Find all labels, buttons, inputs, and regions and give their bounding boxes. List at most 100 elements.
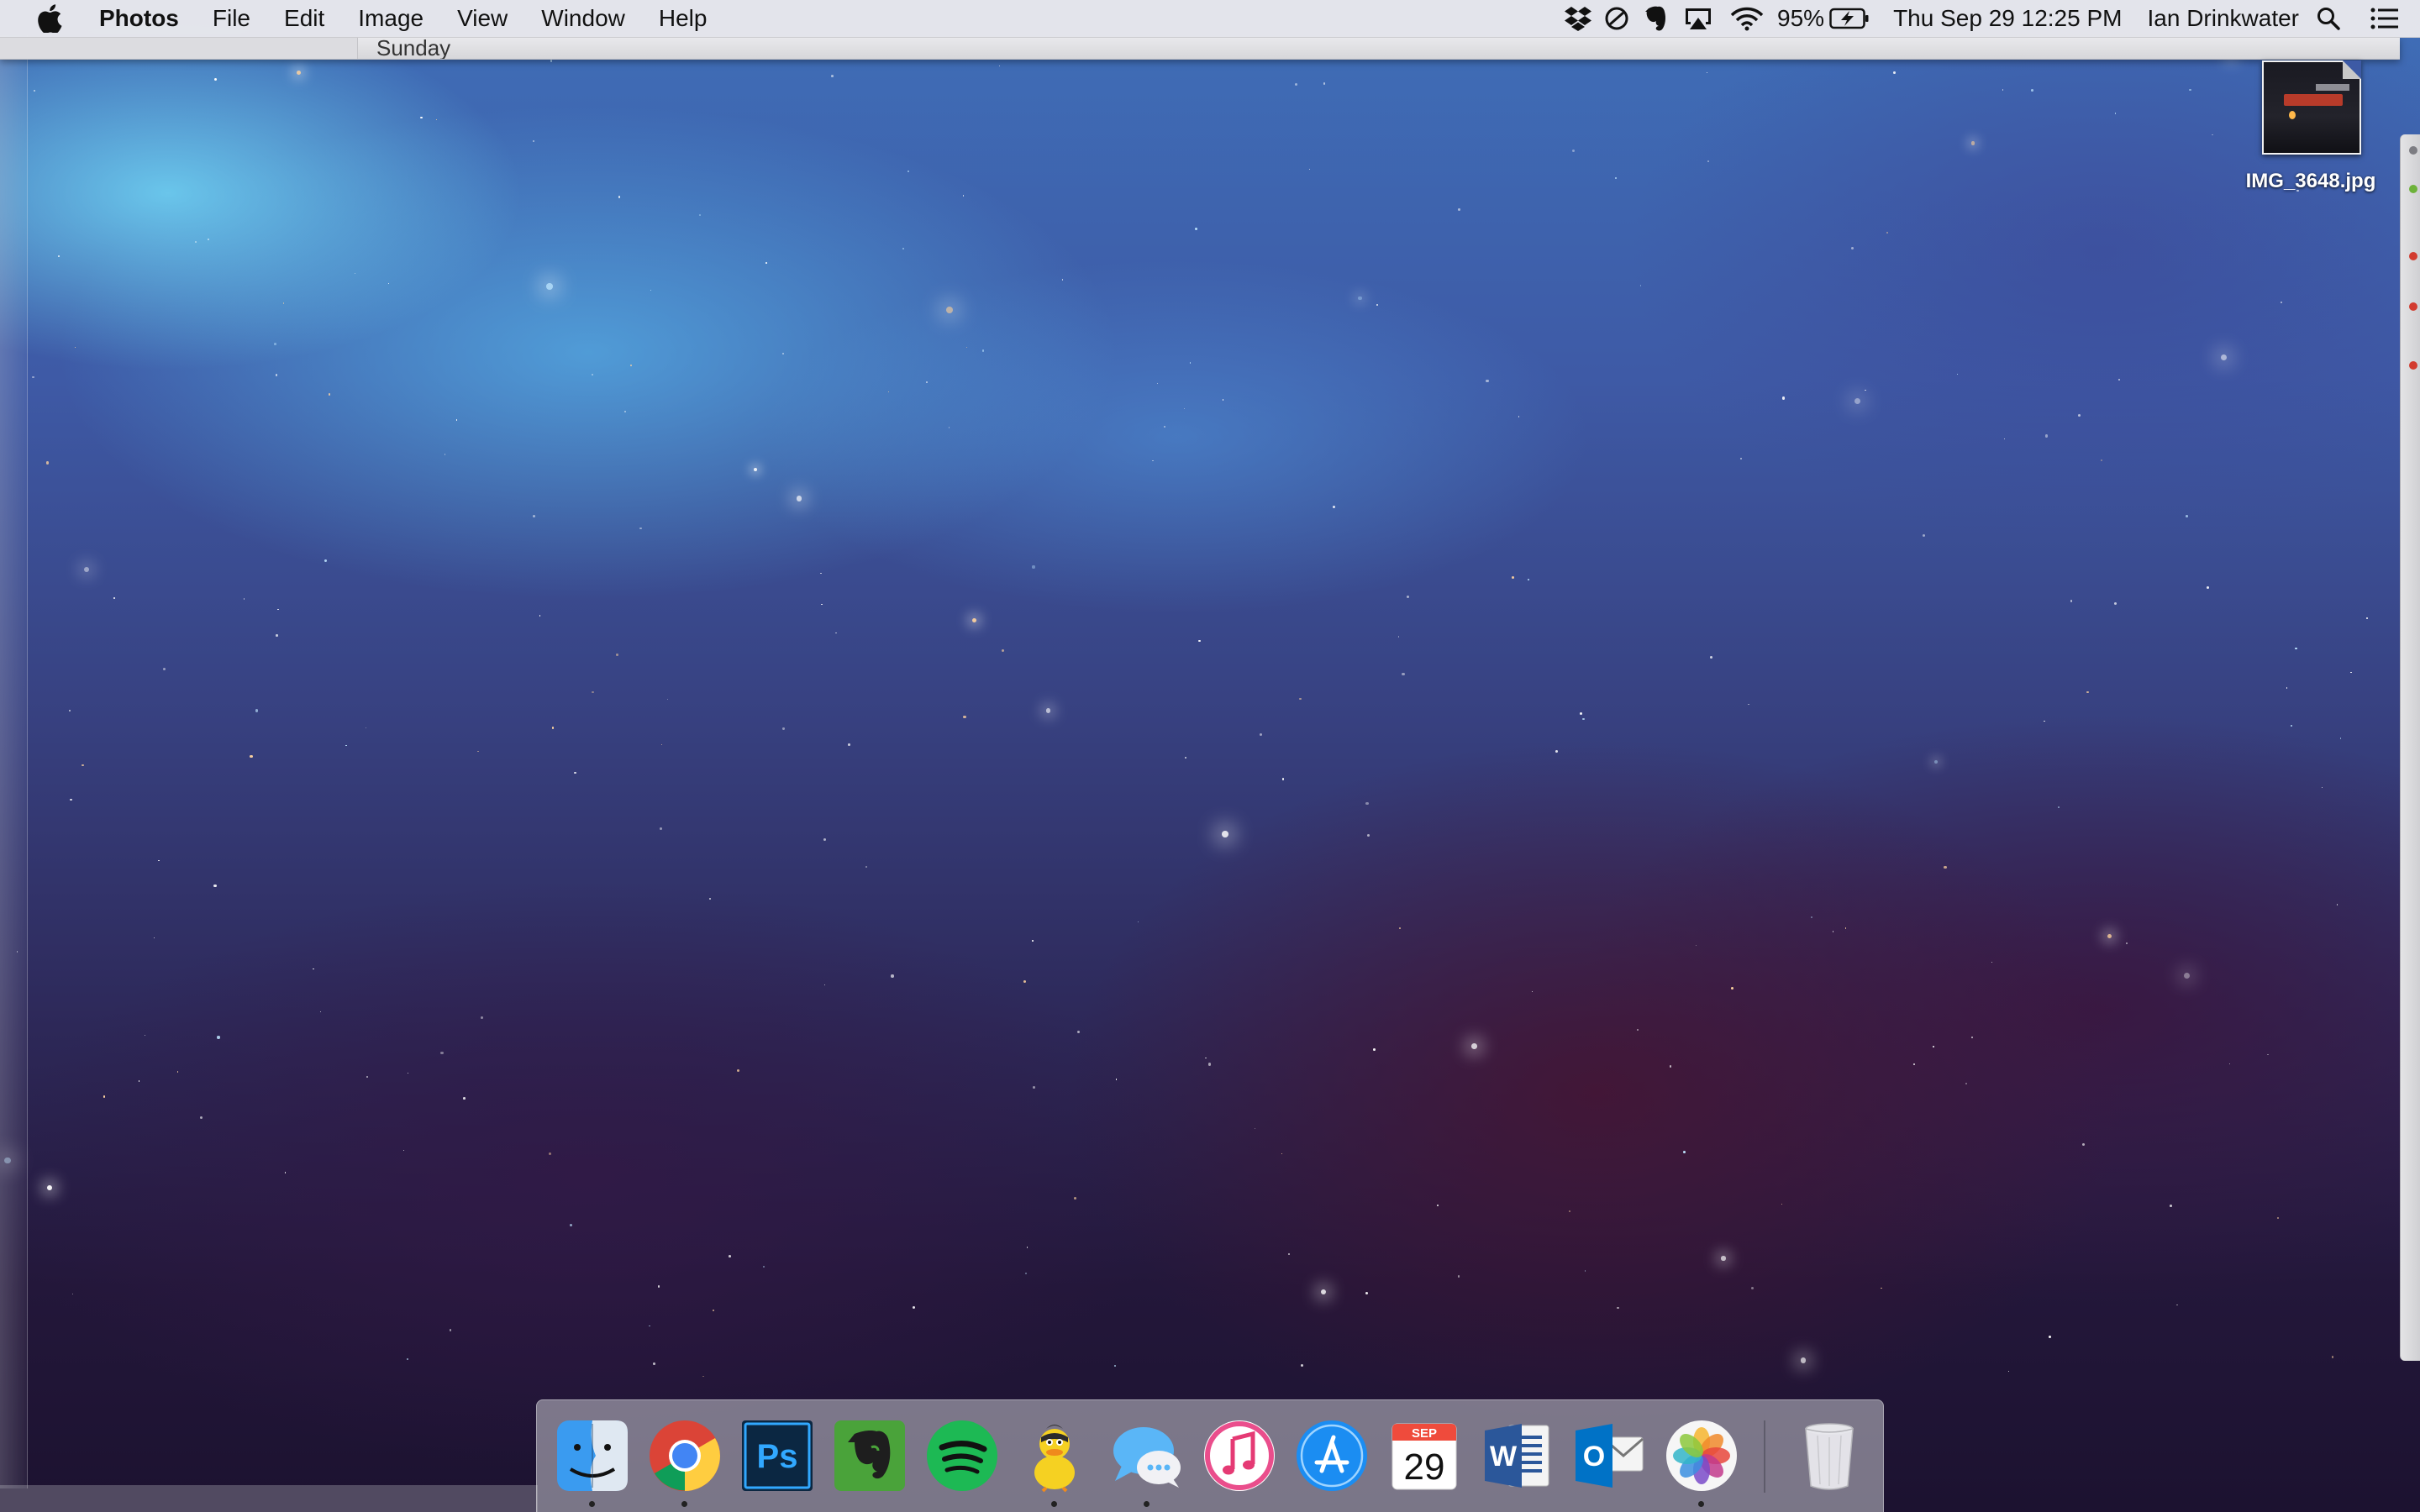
star — [616, 654, 618, 656]
star — [2003, 438, 2006, 440]
dock-chrome[interactable] — [644, 1415, 725, 1496]
star — [1781, 1203, 1782, 1205]
star — [2048, 1336, 2051, 1338]
spotlight-search-icon[interactable] — [2299, 0, 2358, 37]
photoshop-icon: Ps — [742, 1420, 813, 1491]
star — [551, 726, 555, 729]
star — [176, 1071, 179, 1073]
star — [274, 343, 276, 345]
star — [972, 618, 976, 622]
menu-extras: 95% Thu Sep 29 12:25 PM Ian Drinkwater — [1559, 0, 2420, 37]
star — [199, 1116, 203, 1120]
star — [592, 374, 593, 375]
running-indicator — [1698, 1501, 1704, 1507]
star — [659, 827, 662, 830]
menu-app-name[interactable]: Photos — [99, 0, 179, 37]
star — [2350, 671, 2352, 674]
star — [2189, 88, 2191, 92]
star — [103, 1095, 106, 1098]
desktop-file-icon[interactable]: IMG_3648.jpg — [2227, 60, 2412, 212]
dock-photos[interactable] — [1661, 1415, 1742, 1496]
star — [1740, 457, 1743, 459]
right-window-edge[interactable] — [2400, 134, 2420, 1361]
star — [1933, 759, 1938, 764]
background-window-titlebar[interactable] — [0, 37, 2400, 60]
star — [2365, 617, 2369, 620]
star — [2170, 1204, 2173, 1207]
star — [1811, 916, 1813, 919]
battery-charging-icon[interactable] — [1824, 0, 1875, 37]
dock-photoshop[interactable]: Ps — [737, 1415, 818, 1496]
wifi-icon[interactable] — [1722, 0, 1772, 37]
dock: Ps SEP 29 W O — [536, 1399, 1884, 1512]
dock-itunes[interactable] — [1199, 1415, 1280, 1496]
star — [113, 597, 115, 599]
star — [208, 238, 210, 240]
image-file-thumbnail[interactable] — [2262, 60, 2361, 155]
star — [297, 71, 301, 75]
star — [592, 691, 594, 694]
dock-cyberduck[interactable] — [1014, 1415, 1095, 1496]
star — [887, 391, 890, 393]
star — [2220, 354, 2227, 360]
dock-calendar[interactable]: SEP 29 — [1384, 1415, 1465, 1496]
star — [1458, 208, 1460, 211]
battery-percentage[interactable]: 95% — [1777, 0, 1824, 37]
star — [2228, 1063, 2231, 1065]
star — [963, 716, 966, 719]
airplay-icon[interactable] — [1675, 0, 1722, 37]
dock-evernote[interactable] — [829, 1415, 910, 1496]
star — [2057, 806, 2060, 808]
running-indicator — [589, 1501, 595, 1507]
dock-word[interactable]: W — [1476, 1415, 1557, 1496]
apple-menu-icon[interactable] — [35, 4, 64, 33]
star — [2183, 972, 2190, 979]
menu-clock[interactable]: Thu Sep 29 12:25 PM — [1893, 0, 2122, 37]
dropbox-icon[interactable] — [1559, 0, 1597, 37]
desktop-file-name[interactable]: IMG_3648.jpg — [2227, 170, 2395, 193]
star — [1832, 931, 1834, 932]
menu-view[interactable]: View — [457, 0, 508, 37]
star — [1281, 1152, 1283, 1154]
dock-outlook[interactable]: O — [1569, 1415, 1649, 1496]
star — [1892, 71, 1896, 74]
outlook-icon: O — [1576, 1424, 1644, 1488]
menu-help[interactable]: Help — [659, 0, 708, 37]
menu-window[interactable]: Window — [541, 0, 625, 37]
star — [2107, 933, 2112, 939]
dock-finder[interactable] — [552, 1415, 633, 1496]
star — [255, 709, 259, 712]
star — [58, 255, 60, 257]
do-not-disturb-icon[interactable] — [1597, 0, 1636, 37]
menu-image[interactable]: Image — [358, 0, 424, 37]
star — [47, 1184, 52, 1190]
star — [1436, 1204, 1439, 1207]
dock-app-store[interactable] — [1292, 1415, 1372, 1496]
itunes-icon — [1204, 1420, 1275, 1491]
star — [82, 764, 84, 767]
notification-center-icon[interactable] — [2358, 0, 2412, 37]
star — [2008, 1370, 2010, 1372]
star — [388, 283, 390, 285]
star — [912, 1305, 916, 1309]
background-window-bottom — [0, 1485, 538, 1512]
star — [2125, 942, 2128, 945]
star — [1844, 927, 1847, 929]
star — [2086, 690, 2089, 694]
star — [1156, 383, 1159, 385]
dock-spotify[interactable] — [922, 1415, 1002, 1496]
star — [282, 302, 285, 304]
star — [1032, 940, 1034, 942]
running-indicator — [681, 1501, 687, 1507]
star — [946, 307, 954, 314]
menu-file[interactable]: File — [213, 0, 250, 37]
menu-edit[interactable]: Edit — [284, 0, 324, 37]
background-window-edge[interactable] — [0, 35, 28, 1488]
star — [2002, 89, 2004, 91]
dock-messages[interactable] — [1107, 1415, 1187, 1496]
star — [1457, 1275, 1460, 1278]
dock-trash[interactable] — [1789, 1415, 1870, 1496]
evernote-icon[interactable] — [1636, 0, 1675, 37]
menu-user-name[interactable]: Ian Drinkwater — [2147, 0, 2299, 37]
star — [33, 90, 35, 92]
